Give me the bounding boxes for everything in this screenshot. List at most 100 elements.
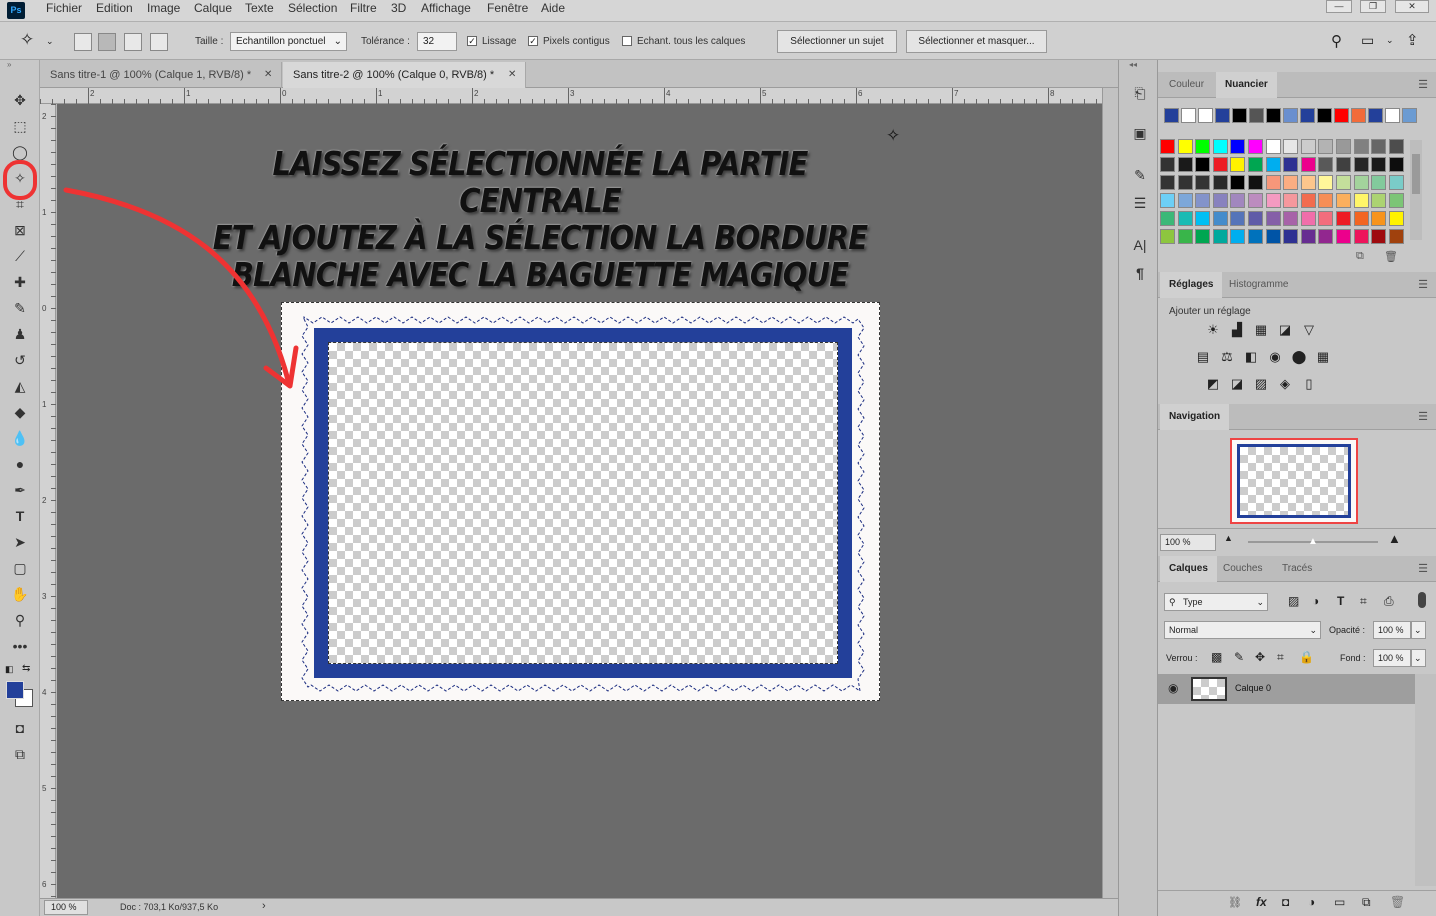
color-swatch[interactable] [1336, 157, 1351, 172]
tab-calques[interactable]: Calques [1160, 556, 1217, 582]
sample-all-checkbox[interactable] [622, 36, 632, 46]
menu-selection[interactable]: Sélection [288, 0, 337, 16]
color-swatch[interactable] [1212, 229, 1228, 244]
color-swatch[interactable] [1177, 175, 1193, 190]
document-canvas[interactable] [281, 302, 880, 701]
color-swatch[interactable] [1300, 211, 1316, 226]
fill-input[interactable]: 100 % [1373, 649, 1411, 667]
color-swatch[interactable] [1300, 139, 1316, 154]
trash-icon[interactable]: 🗑 [1384, 250, 1398, 263]
color-swatch[interactable] [1212, 157, 1228, 172]
color-swatch[interactable] [1353, 229, 1369, 244]
layer-row[interactable]: ◉ Calque 0 [1158, 674, 1415, 704]
close-button[interactable]: ✕ [1395, 0, 1429, 13]
subtract-selection-icon[interactable] [124, 33, 142, 51]
color-swatch[interactable] [1230, 229, 1246, 244]
tolerance-input[interactable]: 32 [417, 32, 457, 51]
color-swatch[interactable] [1212, 175, 1228, 190]
color-swatch[interactable] [1318, 157, 1334, 172]
brush-settings-icon[interactable]: ✎ [1131, 166, 1149, 184]
color-swatch[interactable] [1353, 193, 1369, 208]
adjustment-icon[interactable]: ☀ [1205, 322, 1221, 338]
color-swatch[interactable] [1300, 175, 1316, 190]
color-swatch[interactable] [1160, 211, 1175, 226]
color-swatch[interactable] [1212, 211, 1228, 226]
brush-tool-icon[interactable]: ✎ [8, 297, 32, 319]
color-swatch[interactable] [1300, 229, 1316, 244]
color-swatch[interactable] [1160, 157, 1175, 172]
zoom-field[interactable]: 100 % [44, 900, 88, 915]
color-swatch[interactable] [1248, 193, 1263, 208]
recent-swatch[interactable] [1249, 108, 1264, 123]
stamp-tool-icon[interactable]: ♟ [8, 323, 32, 345]
color-swatch[interactable] [1265, 175, 1281, 190]
color-swatch[interactable] [1336, 193, 1351, 208]
eyedropper-tool-icon[interactable]: ⟋ [8, 245, 32, 267]
color-swatch[interactable] [1388, 229, 1404, 244]
color-swatch[interactable] [1195, 211, 1211, 226]
color-swatch[interactable] [1318, 139, 1334, 154]
add-selection-icon[interactable] [98, 33, 116, 51]
history-brush-icon[interactable]: ↺ [8, 349, 32, 371]
color-swatch[interactable] [1230, 157, 1246, 172]
color-swatch[interactable] [1283, 139, 1299, 154]
color-swatch[interactable] [1283, 175, 1299, 190]
add-mask-icon[interactable]: ◘ [1282, 895, 1289, 909]
color-swatch[interactable] [1195, 157, 1211, 172]
tab-traces[interactable]: Tracés [1273, 556, 1321, 582]
recent-swatch[interactable] [1181, 108, 1196, 123]
color-swatch[interactable] [1318, 193, 1334, 208]
color-swatch[interactable] [1248, 157, 1263, 172]
chevron-down-icon[interactable]: ⌄ [46, 36, 54, 47]
recent-swatch[interactable] [1317, 108, 1332, 123]
adjustment-icon[interactable]: ◈ [1277, 376, 1293, 392]
color-swatch[interactable] [1230, 139, 1246, 154]
color-swatch[interactable] [1318, 229, 1334, 244]
eraser-tool-icon[interactable]: ◭ [8, 375, 32, 397]
tab-reglages[interactable]: Réglages [1160, 272, 1223, 298]
color-swatch[interactable] [1248, 229, 1263, 244]
opacity-dropdown[interactable]: ⌄ [1411, 621, 1426, 639]
color-swatch[interactable] [1388, 139, 1404, 154]
select-subject-button[interactable]: Sélectionner un sujet [777, 30, 897, 53]
color-swatch[interactable] [1336, 229, 1351, 244]
tab-couches[interactable]: Couches [1214, 556, 1271, 582]
frame-tool-icon[interactable]: ⊠ [8, 219, 32, 241]
color-swatch[interactable] [1300, 157, 1316, 172]
color-swatch[interactable] [1353, 139, 1369, 154]
zoom-in-icon[interactable]: ▲ [1388, 531, 1401, 546]
adjustment-icon[interactable]: ◪ [1229, 376, 1245, 392]
intersect-selection-icon[interactable] [150, 33, 168, 51]
color-swatch[interactable] [1177, 157, 1193, 172]
color-swatch[interactable] [1265, 193, 1281, 208]
layers-scrollbar[interactable] [1415, 674, 1436, 886]
tab-document-1[interactable]: Sans titre-1 @ 100% (Calque 1, RVB/8) * ✕ [40, 62, 282, 88]
new-group-icon[interactable]: ▭ [1334, 895, 1345, 909]
bucket-tool-icon[interactable]: ◆ [8, 401, 32, 423]
adjustment-icon[interactable]: ▟ [1229, 322, 1245, 338]
recent-swatch[interactable] [1402, 108, 1417, 123]
recent-swatch[interactable] [1164, 108, 1179, 123]
color-swatch[interactable] [1388, 157, 1404, 172]
search-icon[interactable]: ⚲ [1331, 32, 1342, 50]
size-select[interactable]: Echantillon ponctuel ⌄ [230, 32, 347, 51]
properties-icon[interactable]: ▣ [1131, 124, 1149, 142]
adjustment-icon[interactable]: ⚖ [1219, 349, 1235, 365]
color-swatch[interactable] [1300, 193, 1316, 208]
lock-pixels-icon[interactable]: ✎ [1234, 650, 1244, 664]
color-swatch[interactable] [1318, 175, 1334, 190]
brush-presets-icon[interactable]: ☰ [1131, 194, 1149, 212]
color-swatch[interactable] [1248, 139, 1263, 154]
adjustment-icon[interactable]: ◉ [1267, 349, 1283, 365]
magic-wand-icon[interactable]: ✧ [20, 30, 34, 50]
color-swatch[interactable] [1265, 139, 1281, 154]
navigator-zoom-field[interactable]: 100 % [1160, 534, 1216, 551]
color-swatch[interactable] [1265, 211, 1281, 226]
menu-3d[interactable]: 3D [391, 0, 406, 16]
healing-brush-icon[interactable]: ✚ [8, 271, 32, 293]
zoom-slider-thumb[interactable]: ▲ [1308, 536, 1318, 547]
swap-colors-icon[interactable]: ⇆ [22, 663, 30, 674]
color-swatch[interactable] [1371, 193, 1387, 208]
recent-swatch[interactable] [1300, 108, 1315, 123]
history-icon[interactable]: ⎗ [1131, 84, 1149, 102]
